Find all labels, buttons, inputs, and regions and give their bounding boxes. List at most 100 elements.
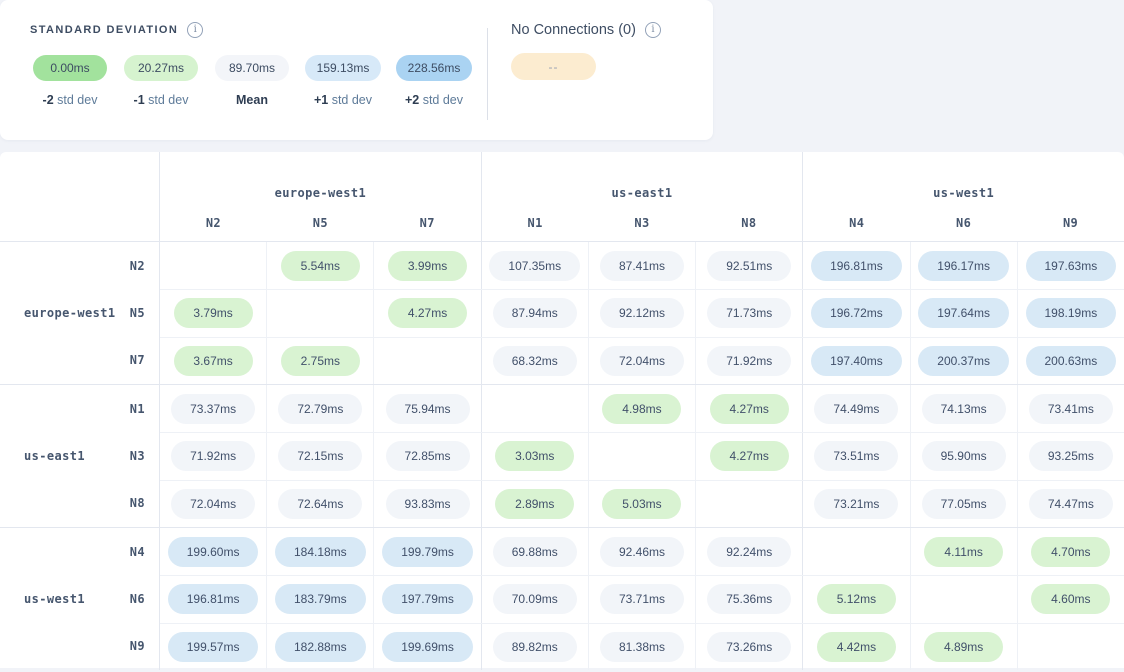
latency-pill[interactable]: 72.04ms bbox=[600, 346, 684, 376]
latency-cell[interactable]: 71.73ms bbox=[695, 290, 802, 336]
latency-cell[interactable]: 197.64ms bbox=[910, 290, 1017, 336]
latency-cell[interactable]: 73.21ms bbox=[802, 481, 909, 527]
info-icon[interactable]: i bbox=[645, 22, 661, 38]
latency-pill[interactable]: 71.73ms bbox=[707, 298, 791, 328]
latency-pill[interactable]: 92.12ms bbox=[600, 298, 684, 328]
latency-pill[interactable]: 72.85ms bbox=[386, 441, 470, 471]
latency-cell[interactable]: 93.25ms bbox=[1017, 433, 1124, 479]
latency-pill[interactable]: 74.47ms bbox=[1029, 489, 1113, 519]
latency-cell[interactable]: 5.12ms bbox=[802, 576, 909, 622]
latency-cell[interactable]: 72.85ms bbox=[373, 433, 480, 479]
latency-pill[interactable]: 4.89ms bbox=[924, 632, 1003, 662]
latency-pill[interactable]: 196.81ms bbox=[168, 584, 259, 614]
latency-pill[interactable]: 4.70ms bbox=[1031, 537, 1110, 567]
latency-pill[interactable]: 81.38ms bbox=[600, 632, 684, 662]
latency-pill[interactable]: 199.57ms bbox=[168, 632, 259, 662]
latency-cell[interactable]: 73.26ms bbox=[695, 624, 802, 670]
latency-pill[interactable]: 196.17ms bbox=[918, 251, 1009, 281]
latency-cell[interactable]: 87.41ms bbox=[588, 242, 695, 289]
latency-cell[interactable]: 197.40ms bbox=[802, 338, 909, 384]
latency-cell[interactable]: 3.99ms bbox=[373, 242, 480, 289]
latency-pill[interactable]: 4.27ms bbox=[710, 394, 789, 424]
latency-cell[interactable]: 4.27ms bbox=[373, 290, 480, 336]
latency-cell[interactable]: 73.51ms bbox=[802, 433, 909, 479]
latency-pill[interactable]: 4.98ms bbox=[602, 394, 681, 424]
latency-cell[interactable]: 87.94ms bbox=[481, 290, 588, 336]
latency-pill[interactable]: 5.12ms bbox=[817, 584, 896, 614]
latency-pill[interactable]: 70.09ms bbox=[493, 584, 577, 614]
latency-cell[interactable]: 72.64ms bbox=[266, 481, 373, 527]
latency-cell[interactable]: 2.89ms bbox=[481, 481, 588, 527]
latency-pill[interactable]: 5.03ms bbox=[602, 489, 681, 519]
latency-cell[interactable]: 73.71ms bbox=[588, 576, 695, 622]
latency-cell[interactable]: 92.51ms bbox=[695, 242, 802, 289]
latency-cell[interactable]: 197.63ms bbox=[1017, 242, 1124, 289]
latency-pill[interactable]: 197.63ms bbox=[1026, 251, 1117, 281]
latency-cell[interactable]: 4.11ms bbox=[910, 528, 1017, 575]
latency-pill[interactable]: 184.18ms bbox=[275, 537, 366, 567]
latency-cell[interactable]: 5.03ms bbox=[588, 481, 695, 527]
latency-pill[interactable]: 199.60ms bbox=[168, 537, 259, 567]
latency-cell[interactable]: 196.72ms bbox=[802, 290, 909, 336]
latency-cell[interactable]: 72.04ms bbox=[160, 481, 266, 527]
latency-pill[interactable]: 73.51ms bbox=[814, 441, 898, 471]
info-icon[interactable]: i bbox=[187, 22, 203, 38]
latency-cell[interactable]: 92.46ms bbox=[588, 528, 695, 575]
latency-pill[interactable]: 87.41ms bbox=[600, 251, 684, 281]
latency-cell[interactable]: 197.79ms bbox=[373, 576, 480, 622]
latency-cell[interactable]: 3.79ms bbox=[160, 290, 266, 336]
latency-cell[interactable]: 75.36ms bbox=[695, 576, 802, 622]
latency-cell[interactable]: 74.49ms bbox=[802, 385, 909, 432]
latency-cell[interactable]: 198.19ms bbox=[1017, 290, 1124, 336]
latency-cell[interactable]: 4.70ms bbox=[1017, 528, 1124, 575]
latency-pill[interactable]: 73.71ms bbox=[600, 584, 684, 614]
latency-pill[interactable]: 197.40ms bbox=[811, 346, 902, 376]
latency-cell[interactable]: 4.42ms bbox=[802, 624, 909, 670]
latency-pill[interactable]: 72.64ms bbox=[278, 489, 362, 519]
latency-pill[interactable]: 183.79ms bbox=[275, 584, 366, 614]
latency-cell[interactable]: 74.13ms bbox=[910, 385, 1017, 432]
latency-cell[interactable]: 4.89ms bbox=[910, 624, 1017, 670]
latency-cell[interactable]: 75.94ms bbox=[373, 385, 480, 432]
latency-pill[interactable]: 75.94ms bbox=[386, 394, 470, 424]
latency-pill[interactable]: 72.15ms bbox=[278, 441, 362, 471]
latency-cell[interactable]: 71.92ms bbox=[695, 338, 802, 384]
latency-pill[interactable]: 73.37ms bbox=[171, 394, 255, 424]
latency-cell[interactable]: 95.90ms bbox=[910, 433, 1017, 479]
latency-pill[interactable]: 3.79ms bbox=[174, 298, 253, 328]
latency-pill[interactable]: 5.54ms bbox=[281, 251, 360, 281]
latency-pill[interactable]: 77.05ms bbox=[922, 489, 1006, 519]
latency-pill[interactable]: 71.92ms bbox=[171, 441, 255, 471]
latency-cell[interactable]: 3.67ms bbox=[160, 338, 266, 384]
latency-pill[interactable]: 93.83ms bbox=[386, 489, 470, 519]
latency-cell[interactable]: 196.17ms bbox=[910, 242, 1017, 289]
latency-pill[interactable]: 182.88ms bbox=[275, 632, 366, 662]
latency-cell[interactable]: 200.37ms bbox=[910, 338, 1017, 384]
latency-cell[interactable]: 92.24ms bbox=[695, 528, 802, 575]
latency-cell[interactable]: 3.03ms bbox=[481, 433, 588, 479]
latency-pill[interactable]: 3.03ms bbox=[495, 441, 574, 471]
latency-cell[interactable]: 72.15ms bbox=[266, 433, 373, 479]
latency-cell[interactable]: 69.88ms bbox=[481, 528, 588, 575]
latency-pill[interactable]: 2.89ms bbox=[495, 489, 574, 519]
latency-pill[interactable]: 73.26ms bbox=[707, 632, 791, 662]
latency-pill[interactable]: 75.36ms bbox=[707, 584, 791, 614]
latency-cell[interactable]: 81.38ms bbox=[588, 624, 695, 670]
latency-cell[interactable]: 4.98ms bbox=[588, 385, 695, 432]
latency-pill[interactable]: 4.27ms bbox=[388, 298, 467, 328]
latency-pill[interactable]: 4.60ms bbox=[1031, 584, 1110, 614]
latency-cell[interactable]: 92.12ms bbox=[588, 290, 695, 336]
latency-cell[interactable]: 4.60ms bbox=[1017, 576, 1124, 622]
latency-pill[interactable]: 73.21ms bbox=[814, 489, 898, 519]
latency-cell[interactable]: 2.75ms bbox=[266, 338, 373, 384]
latency-cell[interactable]: 183.79ms bbox=[266, 576, 373, 622]
latency-pill[interactable]: 92.51ms bbox=[707, 251, 791, 281]
latency-pill[interactable]: 197.79ms bbox=[382, 584, 473, 614]
latency-pill[interactable]: 69.88ms bbox=[493, 537, 577, 567]
latency-pill[interactable]: 197.64ms bbox=[918, 298, 1009, 328]
latency-pill[interactable]: 200.63ms bbox=[1026, 346, 1117, 376]
latency-pill[interactable]: 2.75ms bbox=[281, 346, 360, 376]
latency-pill[interactable]: 89.82ms bbox=[493, 632, 577, 662]
latency-pill[interactable]: 198.19ms bbox=[1026, 298, 1117, 328]
latency-cell[interactable]: 4.27ms bbox=[695, 433, 802, 479]
